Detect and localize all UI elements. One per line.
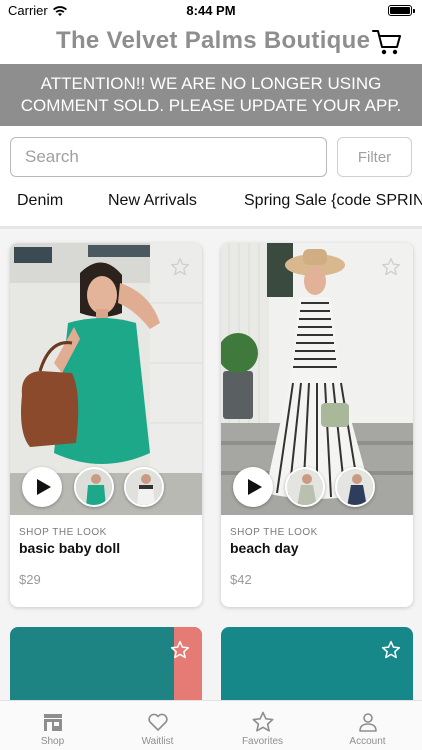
favorite-star-icon[interactable] [381, 257, 401, 277]
tab-shop[interactable]: Shop [0, 701, 105, 750]
look-thumbnail[interactable] [124, 467, 164, 507]
look-thumbnail[interactable] [335, 467, 375, 507]
category-spring-sale[interactable]: Spring Sale {code SPRIN [244, 192, 422, 210]
product-price: $29 [19, 572, 41, 587]
announcement-banner: ATTENTION!! WE ARE NO LONGER USING COMME… [0, 64, 422, 126]
status-bar: Carrier 8:44 PM [0, 0, 422, 22]
look-thumbnail[interactable] [74, 467, 114, 507]
tab-waitlist[interactable]: Waitlist [105, 701, 210, 750]
category-scroller[interactable]: Denim New Arrivals Spring Sale {code SPR… [0, 188, 422, 218]
shop-the-look-label: SHOP THE LOOK [230, 527, 318, 538]
favorite-star-icon[interactable] [170, 257, 190, 277]
favorite-star-icon[interactable] [170, 640, 190, 660]
tab-label: Favorites [241, 736, 284, 747]
product-name[interactable]: basic baby doll [19, 540, 120, 556]
product-name[interactable]: beach day [230, 540, 298, 556]
store-icon [44, 714, 62, 731]
product-price: $42 [230, 572, 252, 587]
tab-bar: Shop Waitlist Favorites Account [0, 700, 422, 750]
nav-bar: The Velvet Palms Boutique [0, 22, 422, 64]
tab-account[interactable]: Account [315, 701, 420, 750]
star-icon [252, 711, 274, 732]
play-video-button[interactable] [22, 467, 62, 507]
tab-label: Shop [40, 736, 65, 747]
favorite-star-icon[interactable] [381, 640, 401, 660]
product-card[interactable]: SHOP THE LOOK basic baby doll $29 [10, 243, 202, 607]
tab-label: Waitlist [141, 736, 174, 747]
banner-line-2: COMMENT SOLD. PLEASE UPDATE YOUR APP. [20, 96, 402, 115]
product-card[interactable]: SHOP THE LOOK beach day $42 [221, 243, 413, 607]
category-denim[interactable]: Denim [17, 192, 63, 210]
search-row: Filter [10, 137, 412, 177]
look-thumbnail[interactable] [285, 467, 325, 507]
clock: 8:44 PM [186, 3, 236, 18]
store-title: The Velvet Palms Boutique [56, 27, 371, 54]
shop-the-look-label: SHOP THE LOOK [19, 527, 107, 538]
tab-label: Account [349, 736, 386, 747]
search-input[interactable] [10, 137, 327, 177]
person-icon [359, 713, 377, 732]
cart-icon[interactable] [372, 28, 402, 56]
heart-icon [148, 713, 168, 731]
tab-favorites[interactable]: Favorites [210, 701, 315, 750]
category-new-arrivals[interactable]: New Arrivals [108, 192, 197, 210]
play-video-button[interactable] [233, 467, 273, 507]
filter-button[interactable]: Filter [337, 137, 412, 177]
banner-line-1: ATTENTION!! WE ARE NO LONGER USING [40, 74, 382, 93]
battery-icon [388, 5, 415, 16]
